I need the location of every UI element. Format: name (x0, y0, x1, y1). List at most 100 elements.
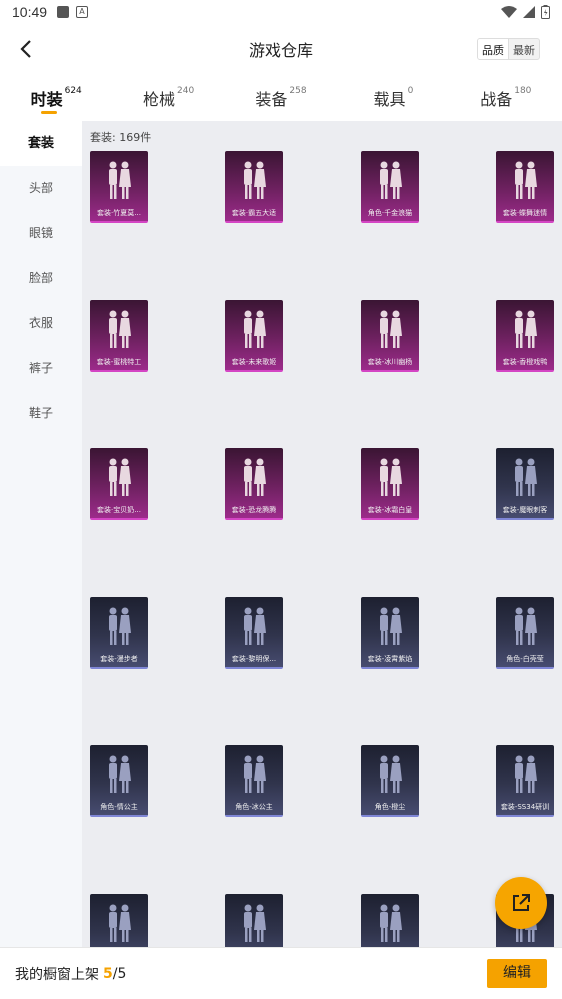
category-sidebar: 套装 头部 眼镜 脸部 衣服 裤子 鞋子 (0, 121, 82, 951)
item-card-label: 套装·霸五大适 (231, 209, 277, 217)
outfit-figure-icon (109, 904, 131, 942)
quota-max: 5 (117, 965, 127, 982)
item-card[interactable]: 角色-橙尘 (361, 745, 419, 817)
tab-count: 258 (289, 86, 307, 96)
sidebar-item-glasses[interactable]: 眼镜 (0, 211, 82, 256)
outfit-figure-icon (515, 310, 537, 348)
item-card[interactable]: 套装-漫步者 (90, 597, 148, 669)
item-card-label: 角色-冰公主 (235, 803, 273, 811)
outfit-figure-icon (109, 755, 131, 793)
tab-label: 装备 (255, 90, 288, 109)
outfit-figure-icon (244, 161, 266, 199)
category-tabs: 时装 624 枪械 240 装备 258 载具 0 战备 180 (0, 78, 562, 120)
tab-combat-gear[interactable]: 战备 180 (450, 78, 562, 120)
tab-weapons[interactable]: 枪械 240 (112, 78, 224, 120)
item-card-label: 套装-冰川幽杨 (367, 358, 413, 366)
outfit-figure-icon (515, 161, 537, 199)
item-card-label: 套装-恐龙腾腾 (231, 506, 277, 514)
item-card[interactable]: 套装-蜜桃特工 (90, 300, 148, 372)
status-time: 10:49 (12, 4, 48, 20)
item-card[interactable]: 角色-白壳莹 (496, 597, 554, 669)
item-card[interactable]: 套装-魔眼刺客 (496, 448, 554, 520)
item-card-label: 套装-蜜桃特工 (96, 358, 142, 366)
item-card[interactable]: 套装-冰川幽杨 (361, 300, 419, 372)
item-card[interactable]: 套装·霸五大适 (225, 151, 283, 223)
item-card[interactable] (90, 894, 148, 951)
item-card[interactable]: 套装-凌霄紫焰 (361, 597, 419, 669)
tab-label: 枪械 (143, 90, 176, 109)
item-card[interactable]: 角色-冰公主 (225, 745, 283, 817)
item-card[interactable] (225, 894, 283, 951)
sort-option-quality[interactable]: 品质 (478, 39, 509, 59)
item-card[interactable]: 套装·竹夏莫... (90, 151, 148, 223)
item-card[interactable]: 角色-情公主 (90, 745, 148, 817)
sidebar-item-suits[interactable]: 套装 (0, 121, 82, 166)
item-card[interactable]: 套装-SS34研训 (496, 745, 554, 817)
item-card[interactable]: 套装·蝶舞迷情 (496, 151, 554, 223)
tab-label: 时装 (30, 90, 63, 109)
item-card-label: 套装·蝶舞迷情 (502, 209, 548, 217)
sidebar-item-clothes[interactable]: 衣服 (0, 301, 82, 346)
outfit-figure-icon (380, 755, 402, 793)
sidebar-item-face[interactable]: 脸部 (0, 256, 82, 301)
tab-count: 240 (177, 86, 195, 96)
item-card[interactable]: 套装-冰霜白皇 (361, 448, 419, 520)
item-card[interactable]: 套装-香橙戏鸭 (496, 300, 554, 372)
sidebar-item-pants[interactable]: 裤子 (0, 346, 82, 391)
outfit-figure-icon (244, 755, 266, 793)
item-card-label: 套装·宝贝奶... (97, 506, 141, 514)
outfit-figure-icon (244, 607, 266, 645)
outfit-figure-icon (515, 607, 537, 645)
wifi-icon (501, 6, 517, 18)
item-card-label: 套装-冰霜白皇 (367, 506, 413, 514)
showcase-bar: 我的橱窗上架 5/5 编辑 (0, 947, 562, 999)
outfit-figure-icon (380, 458, 402, 496)
outfit-figure-icon (380, 607, 402, 645)
item-card-label: 角色·千金浪猫 (367, 209, 413, 217)
item-card-label: 角色-橙尘 (374, 803, 406, 811)
signal-icon (523, 6, 535, 18)
outfit-figure-icon (380, 904, 402, 942)
share-fab-button[interactable] (495, 877, 547, 929)
outfit-figure-icon (515, 458, 537, 496)
sort-option-latest[interactable]: 最新 (509, 39, 539, 59)
tab-active-indicator (41, 111, 58, 114)
chevron-left-icon (20, 40, 31, 58)
item-count-label: 套装: 169件 (90, 131, 152, 144)
quota-current: 5 (103, 965, 113, 982)
edit-button[interactable]: 编辑 (487, 959, 547, 988)
outfit-figure-icon (109, 607, 131, 645)
item-card-label: 套装-漫步者 (100, 655, 138, 663)
item-card[interactable]: 套装-恐龙腾腾 (225, 448, 283, 520)
outfit-figure-icon (380, 161, 402, 199)
outfit-figure-icon (109, 458, 131, 496)
item-card[interactable] (361, 894, 419, 951)
outfit-figure-icon (244, 904, 266, 942)
item-card-label: 套装-魔眼刺客 (502, 506, 548, 514)
outfit-figure-icon (244, 310, 266, 348)
showcase-label: 我的橱窗上架 (15, 966, 99, 983)
item-card-label: 套装-SS34研训 (500, 803, 550, 811)
sidebar-item-head[interactable]: 头部 (0, 166, 82, 211)
tab-label: 战备 (480, 90, 513, 109)
outfit-figure-icon (380, 310, 402, 348)
back-button[interactable] (12, 36, 38, 62)
tab-equipment[interactable]: 装备 258 (225, 78, 337, 120)
item-card-label: 套装·竹夏莫... (97, 209, 141, 217)
item-card-label: 套装-未来歌姬 (231, 358, 277, 366)
outfit-figure-icon (515, 755, 537, 793)
item-card[interactable]: 套装·宝贝奶... (90, 448, 148, 520)
item-card[interactable]: 套装-未来歌姬 (225, 300, 283, 372)
tab-vehicles[interactable]: 载具 0 (337, 78, 449, 120)
status-right-icons (501, 5, 550, 19)
outfit-figure-icon (109, 310, 131, 348)
item-card[interactable]: 角色·千金浪猫 (361, 151, 419, 223)
tab-fashion[interactable]: 时装 624 (0, 78, 112, 120)
item-card[interactable]: 套装-黎明保... (225, 597, 283, 669)
app-square-icon (57, 6, 70, 18)
a-badge-icon: A (76, 6, 89, 18)
page-title: 游戏仓库 (248, 41, 313, 60)
share-external-icon (513, 894, 530, 911)
item-card-label: 角色-情公主 (100, 803, 138, 811)
sidebar-item-shoes[interactable]: 鞋子 (0, 391, 82, 436)
